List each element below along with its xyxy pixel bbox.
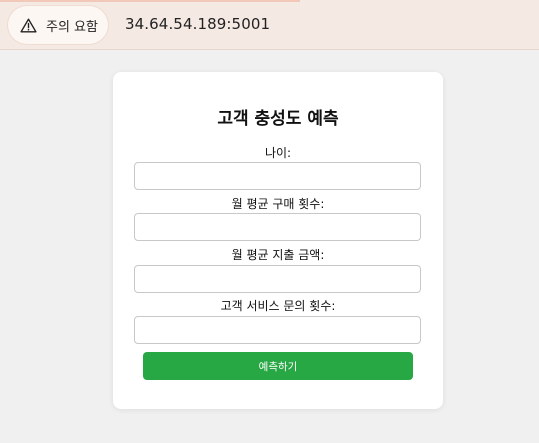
tab-accent-strip xyxy=(0,0,300,2)
support-inquiry-label: 고객 서비스 문의 횟수: xyxy=(220,299,336,313)
spending-amount-input[interactable] xyxy=(134,265,421,293)
purchase-count-input[interactable] xyxy=(134,213,421,241)
age-input[interactable] xyxy=(134,162,421,190)
prediction-form-card: 고객 충성도 예측 나이: 월 평균 구매 횟수: 월 평균 지출 금액: 고객… xyxy=(113,72,443,409)
spending-amount-label: 월 평균 지출 금액: xyxy=(231,248,325,262)
age-label: 나이: xyxy=(264,146,292,160)
security-warning-label: 주의 요함 xyxy=(46,19,98,35)
purchase-count-label: 월 평균 구매 횟수: xyxy=(231,197,325,211)
predict-button[interactable]: 예측하기 xyxy=(143,352,413,380)
support-inquiry-input[interactable] xyxy=(134,316,421,344)
url-text[interactable]: 34.64.54.189:5001 xyxy=(125,15,270,33)
browser-address-bar: 주의 요함 34.64.54.189:5001 xyxy=(0,0,539,50)
security-warning-chip[interactable]: 주의 요함 xyxy=(8,6,108,44)
warning-triangle-icon xyxy=(20,18,37,33)
page-title: 고객 충성도 예측 xyxy=(217,109,339,129)
